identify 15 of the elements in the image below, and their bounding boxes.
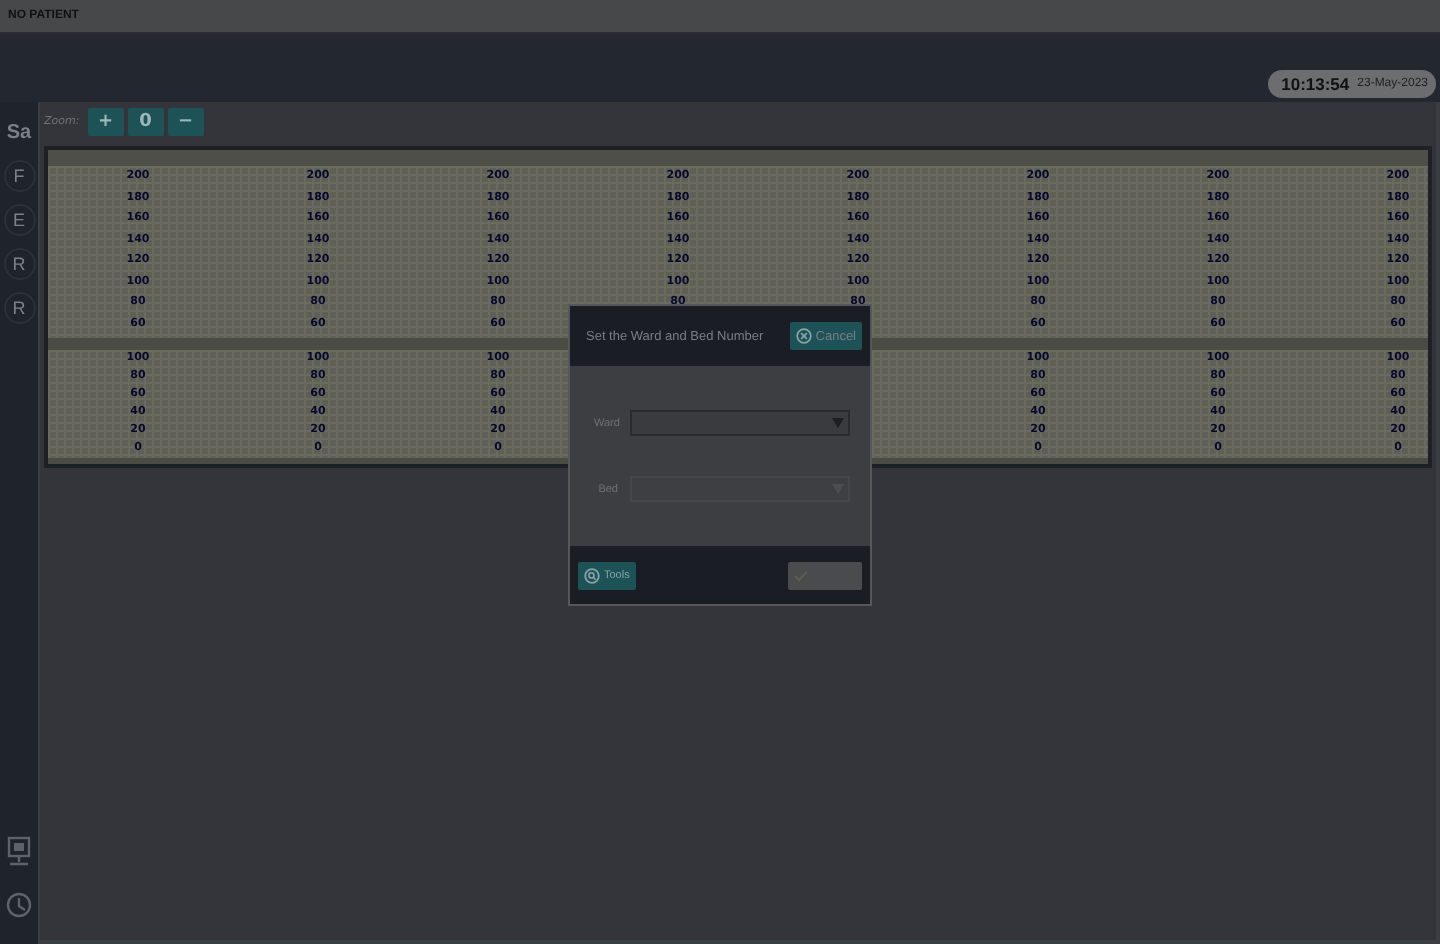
zoom-reset-button[interactable]: 0: [127, 108, 164, 136]
sidebar-tab[interactable]: R: [3, 248, 35, 280]
time-text: 10:13:54: [1281, 74, 1350, 94]
sidebar-tab[interactable]: Sa: [6, 110, 32, 154]
sidebar-tab[interactable]: R: [3, 292, 35, 324]
sidebar-tab[interactable]: F: [3, 160, 35, 192]
search-icon: [584, 567, 600, 583]
clock-icon[interactable]: [6, 890, 32, 920]
close-icon: [795, 328, 812, 344]
zoom-out-button[interactable]: −: [167, 108, 204, 136]
monitor-icon[interactable]: [6, 836, 32, 866]
zoom-in-button[interactable]: +: [87, 108, 124, 136]
caret-icon: [832, 418, 844, 428]
sidebar-tab[interactable]: E: [3, 204, 35, 236]
dropdown-field[interactable]: [630, 410, 850, 436]
